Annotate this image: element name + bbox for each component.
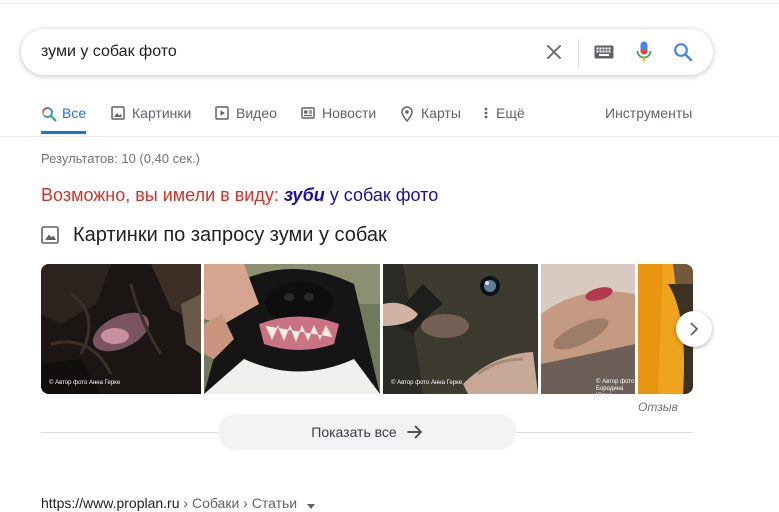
- play-icon: [215, 106, 231, 122]
- show-all-button[interactable]: Показать все: [218, 414, 516, 450]
- image-thumbnail[interactable]: © Автор фото Анна Герке: [383, 264, 538, 394]
- show-all-label: Показать все: [311, 424, 397, 440]
- corrected-rest: у собак фото: [324, 185, 439, 205]
- tab-label: Картинки: [132, 105, 192, 121]
- keyboard-icon[interactable]: [593, 42, 615, 62]
- tab-label: Новости: [322, 105, 377, 121]
- search-input[interactable]: [41, 29, 521, 75]
- feedback-link[interactable]: Отзыв: [638, 400, 678, 414]
- image-icon: [41, 225, 61, 246]
- search-divider: [578, 39, 579, 67]
- image-thumbnail[interactable]: © Автор фотоБородина Юлия: [541, 264, 635, 394]
- image-watermark: © Автор фотоБородина Юлия: [596, 379, 635, 394]
- result-stats: Результатов: 10 (0,40 сек.): [41, 151, 201, 166]
- tab-label: Карты: [421, 105, 461, 121]
- tools-label: Инструменты: [605, 105, 693, 121]
- corrected-word: зуби: [283, 185, 325, 205]
- active-tab-indicator: [41, 131, 86, 134]
- images-heading-text: Картинки по запросу зуми у собак: [73, 224, 387, 246]
- did-you-mean: Возможно, вы имели в виду: зуби у собак …: [41, 185, 438, 206]
- did-you-mean-prefix: Возможно, вы имели в виду:: [41, 185, 279, 205]
- tab-label: Видео: [236, 105, 277, 121]
- top-border: [0, 3, 779, 4]
- did-you-mean-link[interactable]: зуби у собак фото: [284, 185, 438, 205]
- search-icon: [41, 106, 57, 122]
- close-icon[interactable]: [544, 42, 564, 62]
- tabs-divider: [0, 136, 779, 137]
- chevron-down-icon[interactable]: [306, 496, 315, 512]
- chevron-right-icon: [690, 322, 699, 336]
- image-thumbnail[interactable]: [204, 264, 380, 394]
- map-pin-icon: [400, 106, 416, 122]
- more-vert-icon: [483, 106, 491, 122]
- result-breadcrumbs: › Собаки › Статьи: [179, 495, 298, 511]
- image-watermark: © Автор фото Анна Герке: [49, 380, 121, 386]
- arrow-right-icon: [406, 425, 423, 439]
- carousel-next-button[interactable]: [676, 311, 712, 347]
- search-tabs: Все Картинки Видео Новости Карты Ещё Инс…: [0, 98, 779, 136]
- tab-label: Все: [62, 105, 87, 121]
- mic-icon[interactable]: [634, 41, 654, 62]
- image-thumbnail[interactable]: © Автор фото Анна Герке: [41, 264, 201, 394]
- tab-label: Ещё: [496, 105, 525, 121]
- result-url-domain: https://www.proplan.ru: [41, 495, 180, 511]
- images-heading: Картинки по запросу зуми у собак: [41, 224, 387, 247]
- search-box: [21, 29, 713, 75]
- image-watermark: © Автор фото Анна Герке: [391, 380, 463, 386]
- newspaper-icon: [301, 106, 317, 122]
- image-icon: [111, 106, 127, 122]
- image-carousel: © Автор фото Анна Герке © Автор фото Анн…: [41, 264, 693, 394]
- result-url[interactable]: https://www.proplan.ru › Собаки › Статьи: [41, 495, 315, 512]
- search-icon[interactable]: [673, 42, 693, 62]
